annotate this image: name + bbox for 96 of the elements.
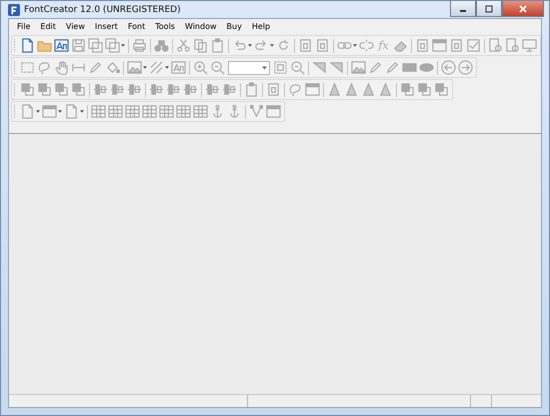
squares-icon (400, 82, 415, 97)
menu-item[interactable]: Font (122, 22, 150, 31)
printer-icon (132, 38, 147, 53)
wedge-icon (344, 82, 359, 97)
squares-icon (20, 82, 35, 97)
menu-item[interactable]: Window (180, 22, 222, 31)
rectangle-icon (402, 60, 417, 75)
zoom-out-icon (210, 60, 225, 75)
menu-item[interactable]: File (12, 22, 36, 31)
squares-icon (54, 82, 69, 97)
align-icon (166, 82, 181, 97)
font-button[interactable] (53, 37, 70, 54)
page-icon (20, 38, 35, 53)
grid-icon (108, 104, 123, 119)
image-icon (127, 60, 142, 75)
image-icon (351, 60, 366, 75)
grid-icon (91, 104, 106, 119)
menu-item[interactable]: Edit (35, 22, 61, 31)
grid-icon (159, 104, 174, 119)
eraser-icon (393, 38, 408, 53)
menu-item[interactable]: Help (246, 22, 276, 31)
document-icon (449, 38, 464, 53)
node-icon (249, 104, 264, 119)
grid-icon (142, 104, 157, 119)
zoom-combo-box[interactable] (228, 60, 270, 74)
floppies-icon (88, 38, 103, 53)
window-icon (42, 104, 57, 119)
pencil-icon (88, 60, 103, 75)
app-icon (8, 4, 20, 16)
grid-icon (176, 104, 191, 119)
squares-icon (37, 82, 52, 97)
page-icon (20, 104, 35, 119)
minimize-button[interactable] (450, 1, 476, 17)
wedge-icon (378, 82, 393, 97)
page-icon (64, 104, 79, 119)
maximize-icon (484, 4, 494, 12)
clipboard-icon (244, 82, 259, 97)
align-icon (183, 82, 198, 97)
ellipse-icon (419, 60, 434, 75)
wedge-icon (361, 82, 376, 97)
lasso-icon (288, 82, 303, 97)
refresh-icon (276, 38, 291, 53)
caret-icon (262, 66, 267, 70)
pencil-icon (385, 60, 400, 75)
align-icon (93, 82, 108, 97)
menu-item[interactable]: Tools (150, 22, 180, 31)
grid-icon (125, 104, 140, 119)
squares-icon (434, 82, 449, 97)
triangle-icon (329, 60, 344, 75)
copy-icon (193, 38, 208, 53)
menu-item[interactable]: Buy (222, 22, 247, 31)
floppy-icon (71, 38, 86, 53)
hatch-icon (149, 60, 164, 75)
hand-icon (54, 60, 69, 75)
align-icon (110, 82, 125, 97)
document-icon (415, 38, 430, 53)
floppies-icon (105, 38, 120, 53)
binoculars-icon (154, 38, 169, 53)
paint-bucket-icon (105, 60, 120, 75)
window-title: FontCreator 12.0 (UNREGISTERED) (24, 4, 181, 14)
checkbox-icon (466, 38, 481, 53)
squares-icon (417, 82, 432, 97)
font-icon (171, 60, 186, 75)
zoom-in-icon (193, 60, 208, 75)
document-icon (298, 38, 313, 53)
document-icon (266, 82, 281, 97)
triangle-icon (312, 60, 327, 75)
magnifier-page-icon (505, 38, 520, 53)
align-icon (149, 82, 164, 97)
window-icon (432, 38, 447, 53)
scissors-icon (176, 38, 191, 53)
selection-icon (20, 60, 35, 75)
wedge-icon (327, 82, 342, 97)
align-icon (222, 82, 237, 97)
font-icon (54, 38, 69, 53)
broken-link-icon (359, 38, 374, 53)
close-button[interactable] (502, 1, 544, 17)
clipboard-icon (210, 38, 225, 53)
monitor-icon (522, 38, 537, 53)
grid-icon (193, 104, 208, 119)
maximize-button[interactable] (476, 1, 502, 17)
window-icon (305, 82, 320, 97)
close-icon (518, 4, 528, 12)
magnifier-page-icon (488, 38, 503, 53)
menu-item[interactable]: Insert (90, 22, 123, 31)
document-icon (315, 38, 330, 53)
pencil-icon (368, 60, 383, 75)
fit-icon (273, 60, 288, 75)
menu-item[interactable]: View (60, 22, 90, 31)
align-icon (205, 82, 220, 97)
folder-icon (37, 38, 52, 53)
window-icon (266, 104, 281, 119)
lasso-icon (37, 60, 52, 75)
squares-icon (71, 82, 86, 97)
zoom-out-icon (290, 60, 305, 75)
align-icon (127, 82, 142, 97)
